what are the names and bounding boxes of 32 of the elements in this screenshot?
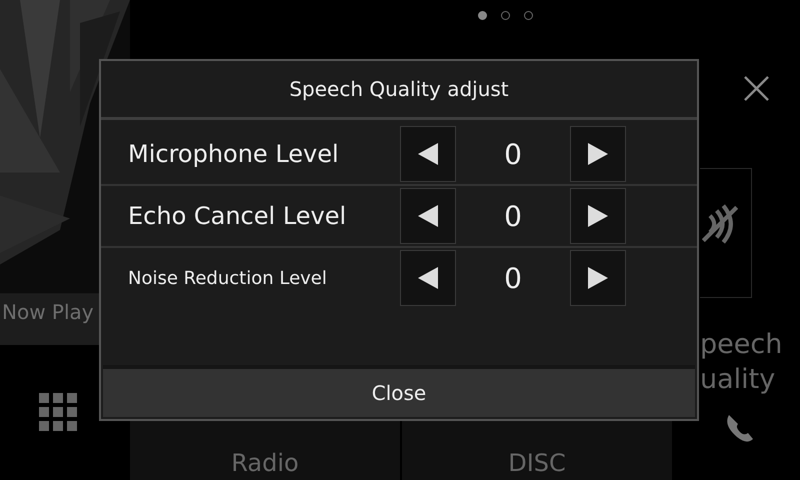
speech-quality-tile[interactable]: peech uality [700,327,782,397]
right-triangle-icon [588,267,608,289]
setting-label: Echo Cancel Level [127,202,348,230]
left-triangle-icon [418,205,438,227]
decrease-button[interactable] [400,250,456,306]
setting-value: 0 [503,138,523,170]
phone-icon[interactable] [725,413,755,443]
decrease-button[interactable] [400,126,456,182]
decrease-button[interactable] [400,188,456,244]
right-triangle-icon [588,205,608,227]
left-triangle-icon [418,143,438,165]
tile-label: peech [700,328,782,362]
setting-label: Noise Reduction Level [127,268,328,288]
increase-button[interactable] [570,126,626,182]
increase-button[interactable] [570,188,626,244]
page-dot[interactable] [524,11,533,20]
close-icon[interactable] [744,76,769,101]
left-triangle-icon [418,267,438,289]
increase-button[interactable] [570,250,626,306]
mute-tile[interactable] [700,168,752,298]
apps-icon[interactable] [39,393,77,431]
setting-value: 0 [503,200,523,232]
setting-value: 0 [503,262,523,294]
page-dot[interactable] [501,11,510,20]
setting-label: Microphone Level [127,140,340,168]
page-dot[interactable] [478,11,487,20]
source-tile[interactable]: DISC [402,420,672,480]
dialog-title: Speech Quality adjust [101,61,697,120]
source-tile[interactable]: Radio [130,420,400,480]
right-triangle-icon [588,143,608,165]
close-button[interactable]: Close [103,365,695,417]
tile-label: uality [700,363,776,397]
